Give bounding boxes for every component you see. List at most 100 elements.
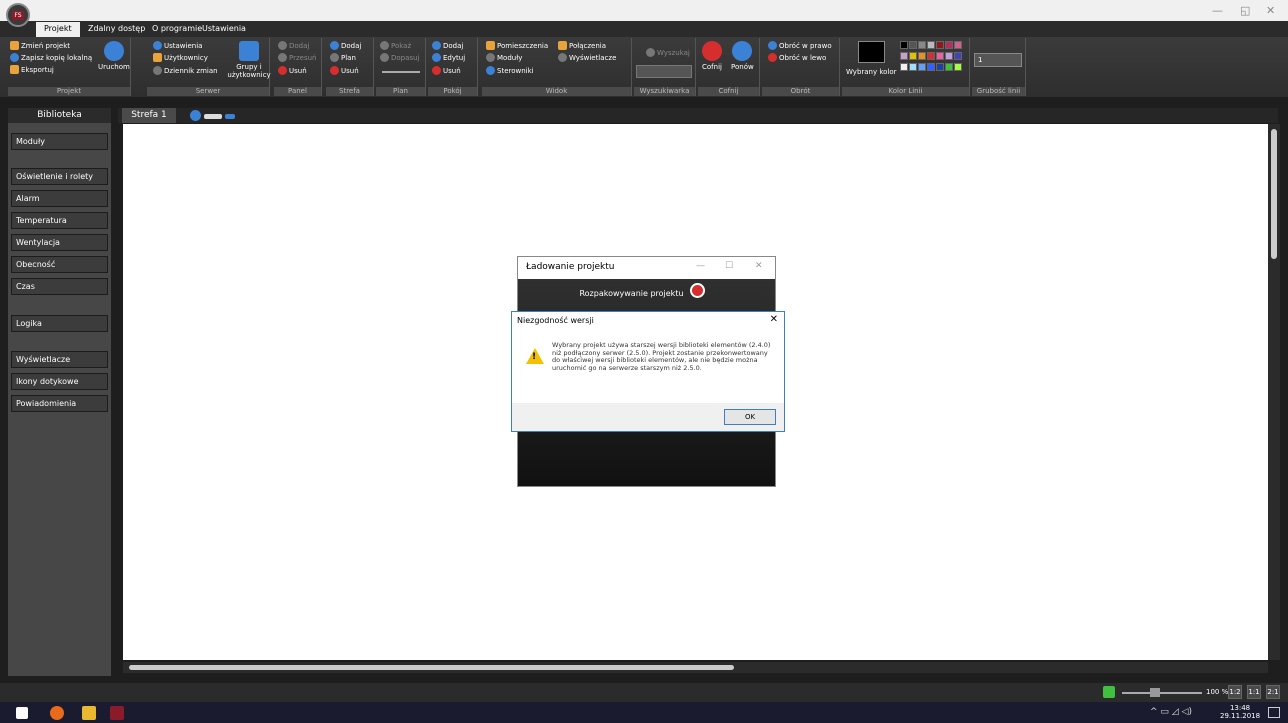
panel-add-button[interactable]: Dodaj [278, 41, 309, 50]
zone-plan-icon[interactable] [204, 114, 222, 119]
panel-delete-button[interactable]: Usuń [278, 66, 307, 75]
palette-color-swatch[interactable] [927, 52, 935, 60]
sidebar-item-obecnosc[interactable]: Obecność [11, 256, 108, 273]
restore-button[interactable]: ◱ [1240, 4, 1250, 17]
menu-projekt[interactable]: Projekt [36, 22, 80, 37]
palette-color-swatch[interactable] [900, 41, 908, 49]
sidebar-item-ikony-dotykowe[interactable]: Ikony dotykowe [11, 373, 108, 390]
view-modules-toggle[interactable]: Moduły [486, 53, 522, 62]
palette-color-swatch[interactable] [945, 41, 953, 49]
panel-move-button[interactable]: Przesuń [278, 53, 316, 62]
run-button[interactable]: Uruchom [98, 41, 130, 71]
room-delete-button[interactable]: Usuń [432, 66, 461, 75]
notifications-icon[interactable] [1268, 707, 1280, 718]
minimize-icon[interactable]: — [696, 261, 705, 271]
zone-level-icon[interactable] [225, 114, 235, 119]
close-icon[interactable]: ✕ [755, 261, 763, 271]
file-explorer-icon[interactable] [82, 706, 96, 720]
sidebar-item-moduly[interactable]: Moduły [11, 133, 108, 150]
sidebar-item-alarm[interactable]: Alarm [11, 190, 108, 207]
sidebar-item-temperatura[interactable]: Temperatura [11, 212, 108, 229]
palette-color-swatch[interactable] [918, 52, 926, 60]
close-button[interactable]: ✕ [1266, 4, 1275, 17]
clock[interactable]: 13:48 29.11.2018 [1220, 704, 1260, 720]
vertical-scrollbar[interactable] [1268, 124, 1280, 660]
zoom-slider-thumb[interactable] [1150, 688, 1160, 697]
sidebar-item-czas[interactable]: Czas [11, 278, 108, 295]
room-add-button[interactable]: Dodaj [432, 41, 463, 50]
sidebar-item-logika[interactable]: Logika [11, 315, 108, 332]
search-icon [646, 48, 655, 57]
maximize-icon[interactable]: ☐ [725, 261, 733, 271]
sidebar-item-oswietlenie[interactable]: Oświetlenie i rolety [11, 168, 108, 185]
app-taskbar-icon[interactable] [110, 706, 124, 720]
export-button[interactable]: Eksportuj [10, 65, 54, 74]
palette-color-swatch[interactable] [945, 52, 953, 60]
firefox-icon[interactable] [50, 706, 64, 720]
zoom-slider[interactable] [1122, 692, 1202, 694]
zone-plan-button[interactable]: Plan [330, 53, 356, 62]
palette-color-swatch[interactable] [936, 52, 944, 60]
globe-icon[interactable] [190, 110, 201, 121]
server-settings-button[interactable]: Ustawienia [153, 41, 202, 50]
sidebar-item-wentylacja[interactable]: Wentylacja [11, 234, 108, 251]
tab-strefa-1[interactable]: Strefa 1 [122, 108, 176, 123]
palette-color-swatch[interactable] [954, 63, 962, 71]
dialog-close-icon[interactable]: ✕ [770, 314, 778, 325]
windows-start-icon[interactable] [16, 707, 28, 719]
palette-color-swatch[interactable] [927, 41, 935, 49]
view-controllers-toggle[interactable]: Sterowniki [486, 66, 534, 75]
palette-color-swatch[interactable] [945, 63, 953, 71]
palette-color-swatch[interactable] [909, 41, 917, 49]
tray-icons[interactable]: ^ ▭ ◿ ◁) [1150, 707, 1192, 717]
palette-color-swatch[interactable] [909, 52, 917, 60]
plan-opacity-slider[interactable] [382, 71, 420, 73]
redo-button[interactable]: Ponów [731, 41, 754, 71]
palette-color-swatch[interactable] [900, 52, 908, 60]
horizontal-scroll-thumb[interactable] [129, 665, 734, 670]
groups-users-button[interactable]: Grupy i użytkownicy [227, 41, 271, 79]
app-logo[interactable]: FS [6, 3, 30, 27]
search-dropdown[interactable] [636, 65, 692, 78]
palette-color-swatch[interactable] [918, 63, 926, 71]
save-local-copy-button[interactable]: Zapisz kopię lokalną [10, 53, 92, 62]
palette-color-swatch[interactable] [918, 41, 926, 49]
zoom-1-1-button[interactable]: 1:1 [1247, 685, 1261, 699]
change-project-button[interactable]: Zmień projekt [10, 41, 70, 50]
palette-color-swatch[interactable] [936, 41, 944, 49]
zoom-1-2-button[interactable]: 1:2 [1228, 685, 1242, 699]
sidebar-item-wyswietlacze[interactable]: Wyświetlacze [11, 351, 108, 368]
palette-color-swatch[interactable] [936, 63, 944, 71]
view-displays-toggle[interactable]: Wyświetlacze [558, 53, 616, 62]
undo-button[interactable]: Cofnij [702, 41, 722, 71]
rotate-right-button[interactable]: Obróć w prawo [768, 41, 832, 50]
change-log-button[interactable]: Dziennik zmian [153, 66, 218, 75]
palette-color-swatch[interactable] [927, 63, 935, 71]
palette-color-swatch[interactable] [909, 63, 917, 71]
zone-delete-button[interactable]: Usuń [330, 66, 359, 75]
view-rooms-toggle[interactable]: Pomieszczenia [486, 41, 548, 50]
minimize-button[interactable]: — [1212, 4, 1223, 17]
users-button[interactable]: Użytkownicy [153, 53, 208, 62]
zoom-2-1-button[interactable]: 2:1 [1266, 685, 1280, 699]
selected-color-swatch[interactable] [858, 41, 885, 63]
palette-color-swatch[interactable] [954, 41, 962, 49]
ok-button[interactable]: OK [724, 409, 776, 425]
palette-color-swatch[interactable] [954, 52, 962, 60]
menu-ustawienia[interactable]: Ustawienia [198, 24, 250, 33]
rotate-left-button[interactable]: Obróć w lewo [768, 53, 826, 62]
vertical-scroll-thumb[interactable] [1271, 129, 1277, 259]
delete-icon [278, 66, 287, 75]
search-button[interactable]: Wyszukaj [646, 48, 690, 57]
horizontal-scrollbar[interactable] [123, 662, 1268, 673]
sidebar-item-powiadomienia[interactable]: Powiadomienia [11, 395, 108, 412]
version-mismatch-dialog: Niezgodność wersji ✕ ! Wybrany projekt u… [511, 311, 785, 432]
menu-zdalny-dostep[interactable]: Zdalny dostęp [84, 24, 149, 33]
line-width-select[interactable]: 1 [974, 53, 1022, 67]
plan-fit-button[interactable]: Dopasuj [380, 53, 419, 62]
room-edit-button[interactable]: Edytuj [432, 53, 465, 62]
zone-add-button[interactable]: Dodaj [330, 41, 361, 50]
view-connections-toggle[interactable]: Połączenia [558, 41, 606, 50]
palette-color-swatch[interactable] [900, 63, 908, 71]
plan-show-button[interactable]: Pokaż [380, 41, 411, 50]
